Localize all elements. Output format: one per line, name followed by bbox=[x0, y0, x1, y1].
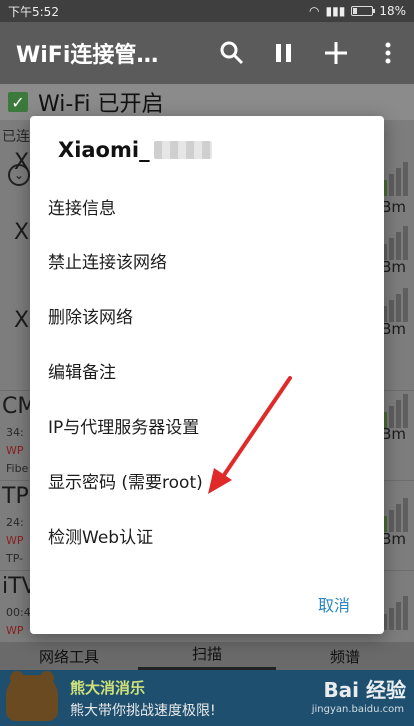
dialog-title: Xiaomi_ bbox=[58, 138, 212, 162]
baidu-watermark-url: jingyan.baidu.com bbox=[311, 704, 404, 715]
network-options-dialog: Xiaomi_ 连接信息 禁止连接该网络 删除该网络 编辑备注 IP与代理服务器… bbox=[30, 116, 384, 634]
menu-item-delete-network[interactable]: 删除该网络 bbox=[48, 293, 368, 337]
row-initial: X bbox=[14, 308, 30, 333]
network-vendor: TP- bbox=[6, 552, 24, 565]
wifi-status-label: Wi-Fi 已开启 bbox=[38, 92, 164, 117]
menu-item-connection-info[interactable]: 连接信息 bbox=[48, 184, 368, 228]
baidu-watermark: Bai 经验 bbox=[323, 678, 406, 702]
network-security: WP bbox=[6, 444, 24, 457]
menu-item-web-auth-check[interactable]: 检测Web认证 bbox=[48, 513, 368, 557]
wifi-signal-icon: ◠ bbox=[309, 4, 320, 18]
network-vendor: Fibe bbox=[6, 462, 29, 475]
wifi-toggle-row[interactable]: ✓ Wi-Fi 已开启 bbox=[0, 84, 414, 120]
network-security: WP bbox=[6, 534, 24, 547]
menu-item-ip-proxy-settings[interactable]: IP与代理服务器设置 bbox=[48, 403, 368, 447]
ad-title: 熊大消消乐 bbox=[70, 678, 146, 697]
network-security: WP bbox=[6, 624, 24, 637]
network-ssid[interactable]: TP bbox=[2, 484, 29, 509]
ad-text: 熊大消消乐 熊大带你挑战速度极限! bbox=[70, 677, 216, 720]
menu-item-show-password[interactable]: 显示密码 (需要root) bbox=[48, 458, 368, 502]
more-icon[interactable] bbox=[362, 27, 414, 79]
status-time: 下午5:52 bbox=[8, 4, 59, 19]
pause-icon[interactable] bbox=[258, 27, 310, 79]
cell-signal-icon: ▮▮▮ bbox=[325, 4, 346, 18]
menu-item-block-network[interactable]: 禁止连接该网络 bbox=[48, 238, 368, 282]
app-bar: WiFi连接管… bbox=[0, 22, 414, 84]
app-title: WiFi连接管… bbox=[16, 43, 159, 68]
bear-logo-icon bbox=[6, 671, 58, 721]
tab-scan[interactable]: 扫描 bbox=[138, 642, 276, 670]
status-bar: 下午5:52 ◠ ▮▮▮ 18% bbox=[0, 0, 414, 22]
network-mac: 00:4 bbox=[6, 606, 31, 619]
battery-fill bbox=[353, 8, 357, 14]
row-initial: X bbox=[14, 220, 30, 245]
dialog-title-text: Xiaomi_ bbox=[58, 138, 150, 162]
ad-subtitle: 熊大带你挑战速度极限! bbox=[70, 702, 216, 719]
menu-item-edit-note[interactable]: 编辑备注 bbox=[48, 348, 368, 392]
checkbox-checked-icon[interactable]: ✓ bbox=[8, 92, 28, 112]
add-icon[interactable] bbox=[310, 27, 362, 79]
cancel-button[interactable]: 取消 bbox=[318, 592, 350, 616]
search-icon[interactable] bbox=[206, 27, 258, 79]
ad-banner[interactable]: 熊大消消乐 熊大带你挑战速度极限! Bai 经验 jingyan.baidu.c… bbox=[0, 670, 414, 726]
network-mac: 34: bbox=[6, 426, 24, 439]
battery-percent: 18% bbox=[379, 4, 406, 18]
tab-network-tools[interactable]: 网络工具 bbox=[0, 646, 138, 667]
redacted-ssid bbox=[153, 141, 212, 159]
row-initial: X bbox=[14, 150, 30, 175]
network-mac: 24: bbox=[6, 516, 24, 529]
tab-spectrum[interactable]: 频谱 bbox=[276, 646, 414, 667]
connected-header: 已连 bbox=[2, 129, 30, 145]
status-right: ◠ ▮▮▮ 18% bbox=[309, 4, 406, 18]
battery-icon bbox=[351, 6, 376, 16]
bottom-tabs: 网络工具 扫描 频谱 bbox=[0, 642, 414, 670]
